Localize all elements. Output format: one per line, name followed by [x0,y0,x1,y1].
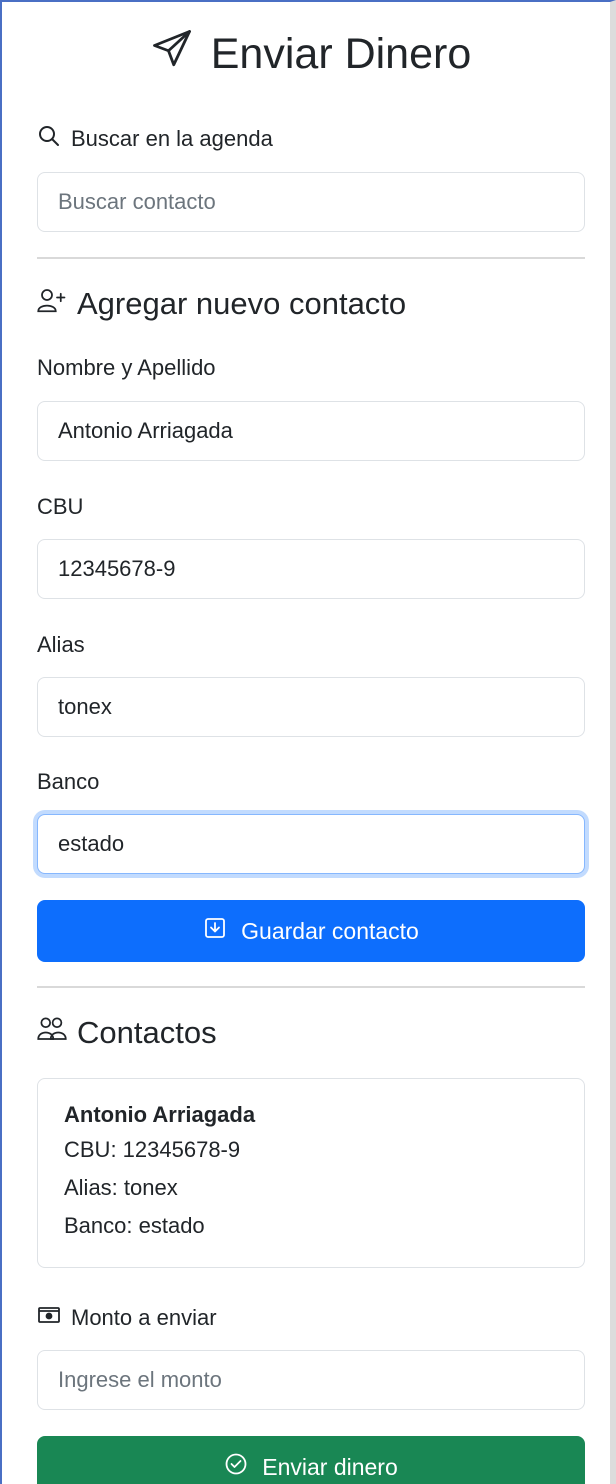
contact-cbu: CBU: 12345678-9 [64,1137,241,1162]
contact-bank: Banco: estado [64,1213,205,1238]
cbu-field[interactable] [37,539,585,599]
divider [37,257,585,259]
contact-name: Antonio Arriagada [64,1102,256,1127]
new-contact-title-text: Agregar nuevo contacto [77,286,407,321]
name-label: Nombre y Apellido [37,355,216,380]
alias-field[interactable] [37,677,585,737]
contacts-title: Contactos [37,1014,217,1052]
amount-label: Monto a enviar [37,1303,217,1333]
search-label: Buscar en la agenda [37,124,273,154]
contacts-title-text: Contactos [77,1015,217,1050]
bank-label: Banco [37,769,100,794]
send-money-button[interactable]: Enviar dinero [37,1436,585,1484]
divider [37,986,585,988]
cbu-label: CBU [37,494,84,519]
new-contact-title: Agregar nuevo contacto [37,285,406,323]
search-label-text: Buscar en la agenda [71,126,273,151]
send-money-label: Enviar dinero [262,1453,398,1480]
search-input[interactable] [37,172,585,232]
page-title: Enviar Dinero [37,24,585,84]
name-field[interactable] [37,401,585,461]
contact-alias: Alias: tonex [64,1175,178,1200]
alias-label: Alias [37,632,85,657]
people-icon [37,1014,67,1052]
send-icon [151,28,193,81]
search-icon [37,124,61,154]
page-title-text: Enviar Dinero [210,29,472,78]
amount-label-text: Monto a enviar [71,1305,217,1330]
send-money-page: Enviar Dinero Buscar en la agenda Buscar… [0,0,616,1484]
save-contact-button[interactable]: Guardar contacto [37,900,585,962]
save-contact-label: Guardar contacto [241,917,419,944]
bank-field[interactable] [37,814,585,874]
check-circle-icon [224,1452,248,1482]
amount-input[interactable] [37,1350,585,1410]
cash-icon [37,1303,61,1333]
add-user-icon [37,285,67,323]
contact-card[interactable]: Antonio Arriagada CBU: 12345678-9 Alias:… [37,1078,585,1268]
download-box-icon [203,916,227,946]
